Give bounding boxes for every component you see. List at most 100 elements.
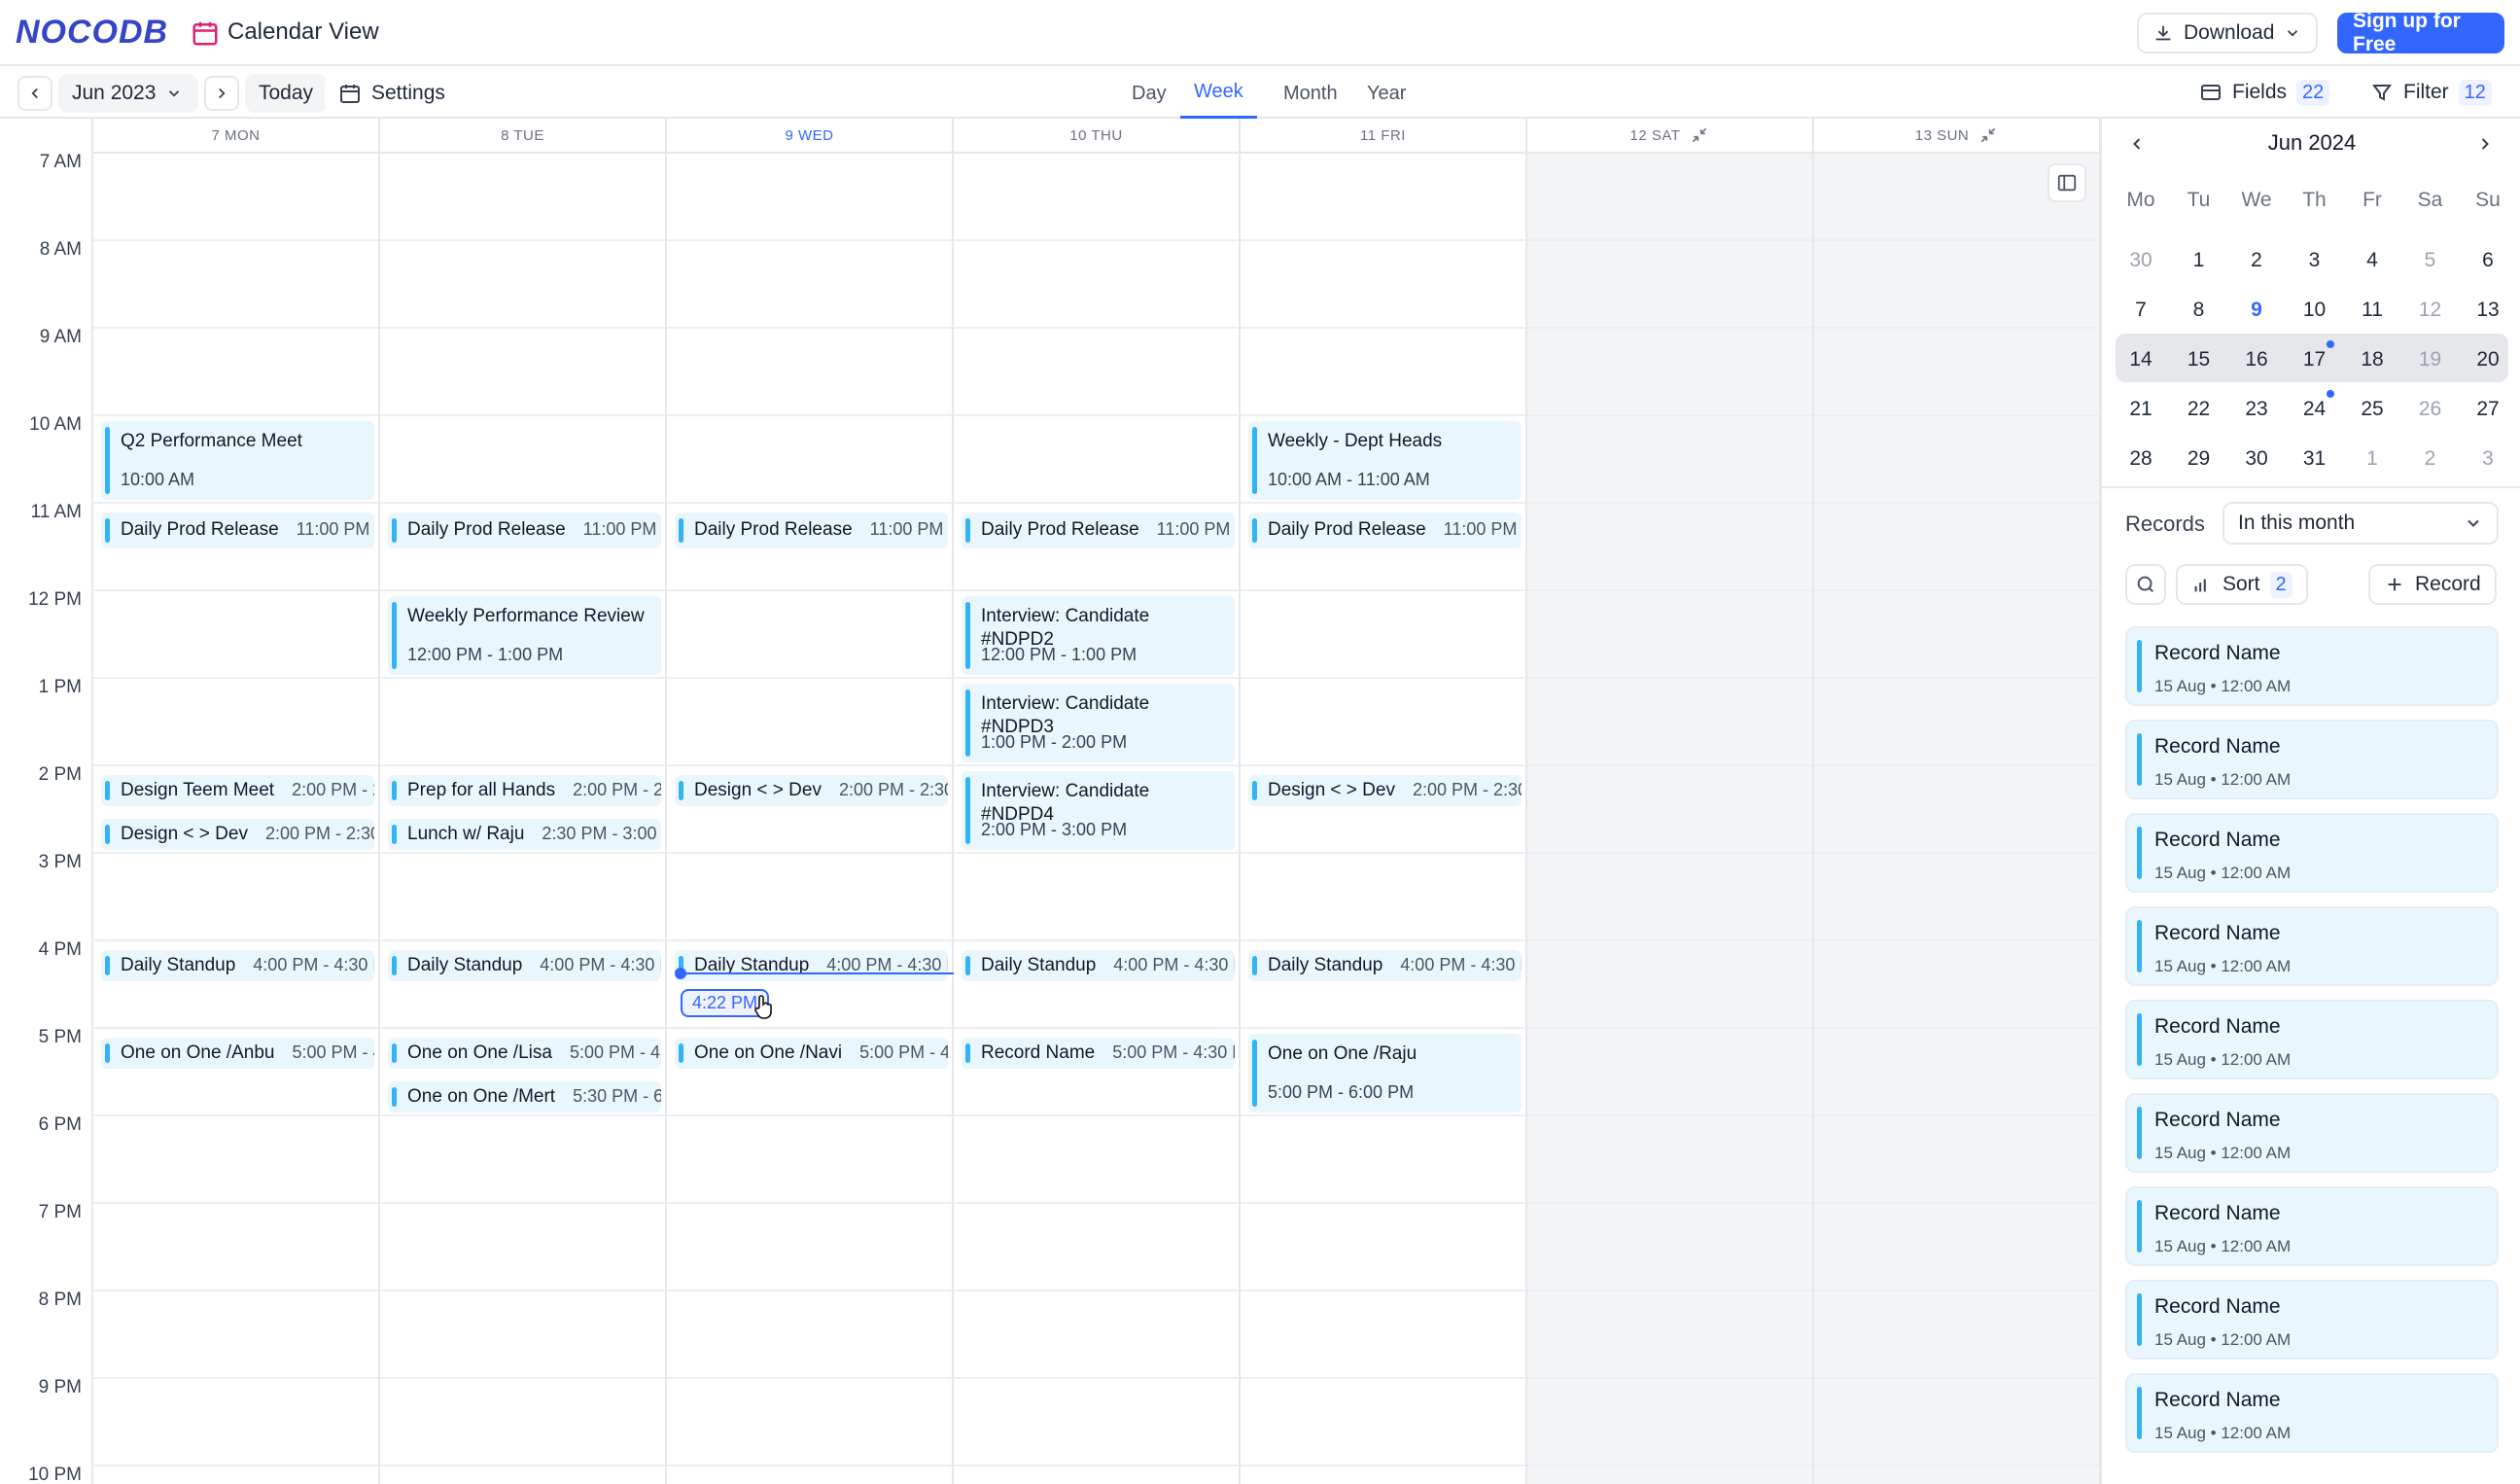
event-card[interactable]: Interview: Candidate #NDPD4 2:00 PM - 3:0… <box>962 770 1235 850</box>
event-card[interactable]: Daily Prod Release 11:00 PM <box>388 512 661 548</box>
collapse-icon[interactable] <box>1690 125 1709 145</box>
record-card[interactable]: Record Name 15 Aug • 12:00 AM <box>2125 626 2499 706</box>
event-card[interactable]: Prep for all Hands 2:00 PM - 2:30 PM <box>388 775 661 806</box>
today-button[interactable]: Today <box>245 74 328 113</box>
event-card[interactable]: Daily Prod Release 11:00 PM <box>675 512 948 548</box>
download-button[interactable]: Download <box>2137 13 2318 53</box>
sidebar-toggle-icon[interactable] <box>2048 163 2086 202</box>
mini-calendar-day[interactable]: 30 <box>2112 239 2170 282</box>
mini-calendar-day[interactable]: 31 <box>2286 438 2344 480</box>
mini-calendar-day[interactable]: 2 <box>2401 438 2460 480</box>
mini-calendar-day[interactable]: 29 <box>2170 438 2228 480</box>
mini-calendar-day[interactable]: 23 <box>2227 388 2286 431</box>
day-header[interactable]: 10 THU <box>954 119 1241 154</box>
event-card[interactable]: Record Name 5:00 PM - 4:30 PM <box>962 1038 1235 1069</box>
mini-calendar-day[interactable]: 16 <box>2227 338 2286 381</box>
event-card[interactable]: Daily Prod Release 11:00 PM <box>101 512 374 548</box>
day-header[interactable]: 12 SAT <box>1527 119 1814 154</box>
mini-calendar-day[interactable]: 12 <box>2401 289 2460 332</box>
prev-period-button[interactable] <box>18 76 52 111</box>
event-card[interactable]: One on One /Raju 5:00 PM - 6:00 PM <box>1248 1033 1522 1113</box>
mini-calendar-day[interactable]: 9 <box>2227 289 2286 332</box>
event-card[interactable]: Weekly Performance Review 12:00 PM - 1:00… <box>388 595 661 675</box>
event-card[interactable]: Q2 Performance Meet 10:00 AM <box>101 420 374 500</box>
sort-button[interactable]: Sort 2 <box>2176 564 2308 605</box>
record-card[interactable]: Record Name 15 Aug • 12:00 AM <box>2125 720 2499 799</box>
mini-calendar-day[interactable]: 28 <box>2112 438 2170 480</box>
record-card[interactable]: Record Name 15 Aug • 12:00 AM <box>2125 906 2499 986</box>
event-card[interactable]: One on One /Lisa 5:00 PM - 4:30 PM <box>388 1038 661 1069</box>
event-card[interactable]: Lunch w/ Raju 2:30 PM - 3:00 PM <box>388 819 661 850</box>
event-card[interactable]: Daily Standup4:00 PM - 4:30 PM <box>1248 950 1522 981</box>
event-card[interactable]: Design < > Dev 2:00 PM - 2:30 PM <box>101 819 374 850</box>
mini-calendar-day[interactable]: 14 <box>2112 338 2170 381</box>
mini-calendar-day[interactable]: 20 <box>2459 338 2517 381</box>
mini-calendar-day[interactable]: 1 <box>2170 239 2228 282</box>
mini-calendar-day[interactable]: 2 <box>2227 239 2286 282</box>
next-period-button[interactable] <box>204 76 239 111</box>
mini-calendar-day[interactable]: 1 <box>2343 438 2401 480</box>
event-card[interactable]: Daily Standup4:00 PM - 4:30 PM <box>675 950 948 981</box>
nocodb-logo[interactable]: NOCODB <box>16 14 168 52</box>
mini-calendar-day[interactable]: 21 <box>2112 388 2170 431</box>
records-search-button[interactable] <box>2125 564 2166 605</box>
event-card[interactable]: Daily Standup4:00 PM - 4:30 PM <box>962 950 1235 981</box>
fields-button[interactable]: Fields 22 <box>2186 73 2344 112</box>
event-card[interactable]: Daily Prod Release 11:00 PM <box>962 512 1235 548</box>
mini-next-month-button[interactable] <box>2468 126 2502 161</box>
event-card[interactable]: Daily Standup4:00 PM - 4:30 PM <box>388 950 661 981</box>
event-card[interactable]: Daily Standup4:00 PM - 4:30 PM <box>101 950 374 981</box>
record-card[interactable]: Record Name 15 Aug • 12:00 AM <box>2125 813 2499 893</box>
tab-day[interactable]: Day <box>1118 68 1180 119</box>
day-header[interactable]: 9 WED <box>667 119 954 154</box>
settings-button[interactable]: Settings <box>325 74 459 113</box>
add-record-button[interactable]: Record <box>2368 564 2497 605</box>
day-header[interactable]: 8 TUE <box>380 119 667 154</box>
mini-calendar-day[interactable]: 11 <box>2343 289 2401 332</box>
record-card[interactable]: Record Name 15 Aug • 12:00 AM <box>2125 1000 2499 1079</box>
record-card[interactable]: Record Name 15 Aug • 12:00 AM <box>2125 1280 2499 1360</box>
mini-calendar-day[interactable]: 15 <box>2170 338 2228 381</box>
event-card[interactable]: Interview: Candidate #NDPD3 1:00 PM - 2:0… <box>962 683 1235 762</box>
month-picker[interactable]: Jun 2023 <box>58 74 198 113</box>
event-card[interactable]: Design < > Dev 2:00 PM - 2:30 PM <box>1248 775 1522 806</box>
records-range-select[interactable]: In this month <box>2222 502 2499 545</box>
mini-calendar-day[interactable]: 4 <box>2343 239 2401 282</box>
filter-button[interactable]: Filter 12 <box>2357 73 2505 112</box>
mini-calendar-day[interactable]: 25 <box>2343 388 2401 431</box>
tab-week[interactable]: Week <box>1180 68 1257 119</box>
day-header[interactable]: 13 SUN <box>1814 119 2100 154</box>
event-card[interactable]: One on One /Mert 5:30 PM - 6:00 PM <box>388 1081 661 1113</box>
mini-calendar-day[interactable]: 30 <box>2227 438 2286 480</box>
mini-calendar-day[interactable]: 18 <box>2343 338 2401 381</box>
day-header[interactable]: 11 FRI <box>1241 119 1527 154</box>
mini-calendar-day[interactable]: 26 <box>2401 388 2460 431</box>
tab-month[interactable]: Month <box>1270 68 1351 119</box>
mini-calendar-day[interactable]: 6 <box>2459 239 2517 282</box>
event-card[interactable]: One on One /Navi 5:00 PM - 4:30 PM <box>675 1038 948 1069</box>
mini-calendar-day[interactable]: 22 <box>2170 388 2228 431</box>
day-header[interactable]: 7 MON <box>93 119 380 154</box>
mini-calendar-day[interactable]: 10 <box>2286 289 2344 332</box>
sign-up-button[interactable]: Sign up for Free <box>2337 10 2504 55</box>
collapse-icon[interactable] <box>1978 125 1998 145</box>
event-card[interactable]: Daily Prod Release 11:00 PM <box>1248 512 1522 548</box>
tab-year[interactable]: Year <box>1353 68 1419 119</box>
mini-calendar-day[interactable]: 27 <box>2459 388 2517 431</box>
record-card[interactable]: Record Name 15 Aug • 12:00 AM <box>2125 1373 2499 1453</box>
event-card[interactable]: Design < > Dev 2:00 PM - 2:30 PM <box>675 775 948 806</box>
event-card[interactable]: Design Teem Meet 2:00 PM - 2:30 PM <box>101 775 374 806</box>
record-card[interactable]: Record Name 15 Aug • 12:00 AM <box>2125 1093 2499 1173</box>
mini-calendar-day[interactable]: 3 <box>2286 239 2344 282</box>
event-card[interactable]: Weekly - Dept Heads 10:00 AM - 11:00 AM <box>1248 420 1522 500</box>
mini-calendar-day[interactable]: 13 <box>2459 289 2517 332</box>
mini-calendar-day[interactable]: 24 <box>2286 388 2344 431</box>
event-card[interactable]: One on One /Anbu 5:00 PM - 4:30 PM <box>101 1038 374 1069</box>
mini-calendar-day[interactable]: 7 <box>2112 289 2170 332</box>
record-card[interactable]: Record Name 15 Aug • 12:00 AM <box>2125 1186 2499 1266</box>
mini-calendar-day[interactable]: 19 <box>2401 338 2460 381</box>
mini-calendar-day[interactable]: 8 <box>2170 289 2228 332</box>
mini-calendar-day[interactable]: 3 <box>2459 438 2517 480</box>
mini-calendar-day[interactable]: 5 <box>2401 239 2460 282</box>
mini-calendar-day[interactable]: 17 <box>2286 338 2344 381</box>
